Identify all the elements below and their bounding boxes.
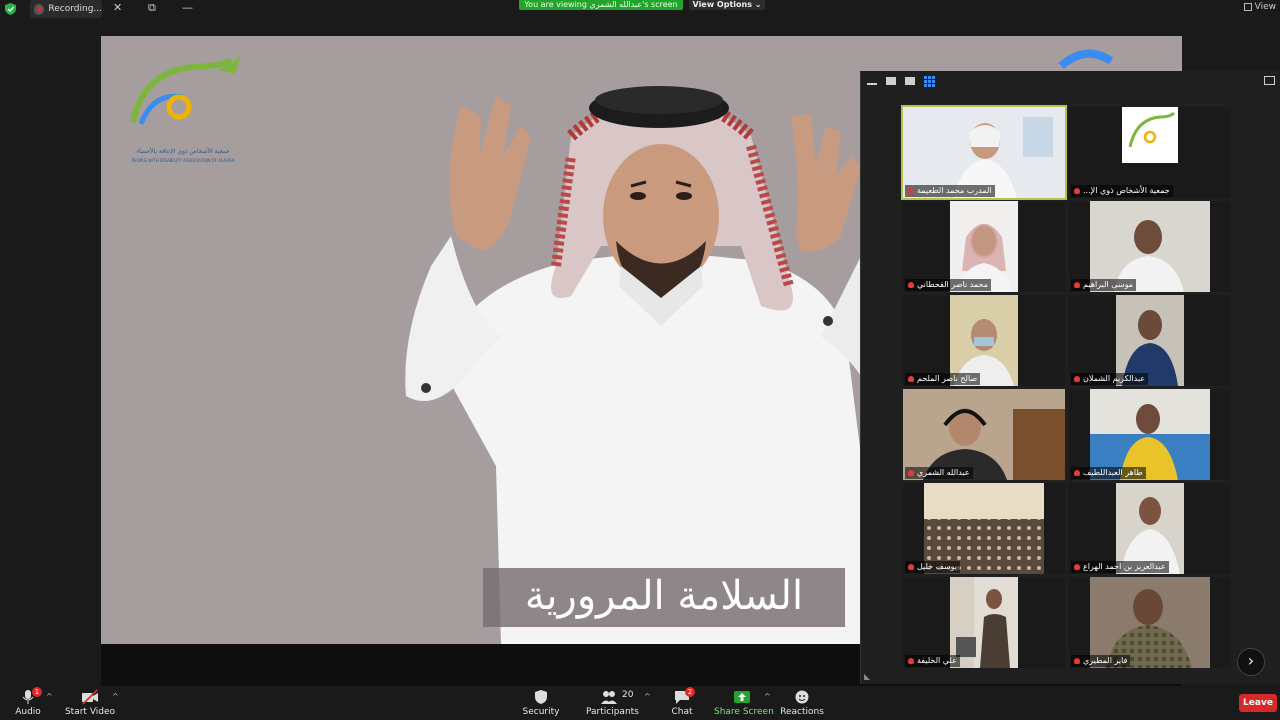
participant-name: عبدالله الشمري bbox=[905, 467, 973, 479]
audio-options-chevron-icon[interactable]: ^ bbox=[46, 692, 53, 701]
participant-name: صالح ناصر الملحم bbox=[905, 373, 981, 385]
recording-icon bbox=[34, 3, 45, 15]
chat-badge: 2 bbox=[685, 687, 695, 697]
view-button[interactable]: View bbox=[1243, 2, 1276, 12]
participant-tile[interactable]: عبدالعزيز بن احمد الهراع bbox=[1069, 483, 1231, 574]
participant-tile[interactable]: عبدالكريم الشملان bbox=[1069, 295, 1231, 386]
participant-name: محمد ناصر القحطاني bbox=[905, 279, 991, 291]
minimize-icon[interactable]: — bbox=[182, 1, 193, 14]
participant-name: فايز المطيري bbox=[1071, 655, 1131, 667]
minimize-gallery-icon[interactable] bbox=[867, 83, 877, 85]
participants-label: Participants bbox=[586, 707, 639, 717]
video-options-chevron-icon[interactable]: ^ bbox=[112, 692, 119, 701]
participants-options-chevron-icon[interactable]: ^ bbox=[644, 692, 651, 701]
strip-view-icon[interactable] bbox=[905, 77, 915, 85]
sign-language-caption: السلامة المرورية bbox=[483, 568, 845, 627]
participant-tile[interactable]: موسى البراهيم bbox=[1069, 201, 1231, 292]
participant-name: عبدالعزيز بن احمد الهراع bbox=[1071, 561, 1169, 573]
reactions-button[interactable]: Reactions bbox=[780, 686, 824, 720]
security-button[interactable]: Security bbox=[521, 686, 561, 720]
participant-gallery-panel: المدرب محمد الطعيمة ...جمعية الأشخاص ذوي… bbox=[860, 71, 1280, 684]
participant-video bbox=[950, 577, 1018, 668]
audio-label: Audio bbox=[15, 707, 41, 717]
pause-recording-icon[interactable]: ⧉ bbox=[148, 1, 156, 15]
meeting-top-bar: Recording... ✕ ⧉ — You are viewing عبدال… bbox=[0, 0, 1280, 18]
participant-tile[interactable]: عبدالله الشمري bbox=[903, 389, 1065, 480]
participant-tile[interactable]: المدرب محمد الطعيمة bbox=[901, 105, 1067, 200]
participants-button[interactable]: 20 Participants bbox=[586, 686, 639, 720]
logo-english-text: PEOPLE WITH DISABILITY ASSOCIATION OF AL… bbox=[131, 158, 235, 163]
share-screen-icon bbox=[734, 691, 750, 703]
chat-label: Chat bbox=[671, 707, 693, 717]
security-label: Security bbox=[522, 707, 560, 717]
share-options-chevron-icon[interactable]: ^ bbox=[764, 692, 771, 701]
audio-badge: 1 bbox=[32, 687, 42, 697]
exit-gallery-icon[interactable] bbox=[1264, 76, 1275, 85]
participant-name: يوسف خليل bbox=[905, 561, 960, 573]
participant-tile[interactable]: علي الخليفة bbox=[903, 577, 1065, 668]
audio-button[interactable]: 1 Audio bbox=[8, 686, 48, 720]
video-off-icon bbox=[82, 689, 98, 705]
participant-tile[interactable]: طاهر العبداللطيف bbox=[1069, 389, 1231, 480]
participant-name: علي الخليفة bbox=[905, 655, 960, 667]
participant-tile[interactable]: محمد ناصر القحطاني bbox=[903, 201, 1065, 292]
gallery-view-icon[interactable] bbox=[924, 76, 935, 87]
logo-arabic-text: جمعية الأشخاص ذوي الإعاقة بالأحساء bbox=[136, 148, 230, 155]
participant-name: المدرب محمد الطعيمة bbox=[905, 185, 995, 197]
next-page-button[interactable]: › bbox=[1237, 648, 1265, 676]
participant-name: ...جمعية الأشخاص ذوي الإ bbox=[1071, 185, 1173, 197]
viewing-screen-banner: You are viewing عبدالله الشمري's screen bbox=[519, 0, 683, 10]
meeting-toolbar: 1 Audio ^ Start Video ^ Security 20 Part… bbox=[0, 686, 1280, 720]
security-shield-icon bbox=[535, 690, 547, 704]
view-options-label: View Options bbox=[692, 0, 752, 9]
security-shield-icon[interactable] bbox=[5, 3, 16, 15]
participant-name: موسى البراهيم bbox=[1071, 279, 1136, 291]
share-screen-button[interactable]: Share Screen bbox=[714, 686, 774, 720]
association-logo-mark bbox=[130, 54, 241, 125]
reactions-icon bbox=[795, 690, 809, 704]
chevron-right-icon: › bbox=[1247, 651, 1255, 670]
participant-tile[interactable]: ...جمعية الأشخاص ذوي الإ bbox=[1069, 107, 1231, 198]
view-label: View bbox=[1254, 2, 1276, 12]
chat-button[interactable]: 2 Chat bbox=[664, 686, 700, 720]
recording-indicator[interactable]: Recording... bbox=[30, 0, 102, 18]
start-video-button[interactable]: Start Video bbox=[64, 686, 116, 720]
association-logo: جمعية الأشخاص ذوي الإعاقة بالأحساء PEOPL… bbox=[123, 52, 243, 170]
start-video-label: Start Video bbox=[64, 707, 116, 717]
resize-handle-icon[interactable]: ◣ bbox=[864, 672, 870, 681]
view-grid-icon bbox=[1243, 3, 1252, 11]
participant-tile[interactable]: فايز المطيري bbox=[1069, 577, 1231, 668]
participant-tile[interactable]: صالح ناصر الملحم bbox=[903, 295, 1065, 386]
participants-count: 20 bbox=[622, 690, 634, 700]
reactions-label: Reactions bbox=[780, 707, 824, 717]
participant-name: عبدالكريم الشملان bbox=[1071, 373, 1149, 385]
gallery-view-controls bbox=[867, 76, 935, 87]
leave-button[interactable]: Leave bbox=[1239, 694, 1277, 712]
stop-recording-icon[interactable]: ✕ bbox=[113, 1, 122, 14]
participants-icon bbox=[601, 691, 617, 704]
participant-name: طاهر العبداللطيف bbox=[1071, 467, 1146, 479]
recording-label: Recording... bbox=[48, 4, 102, 14]
speaker-view-icon[interactable] bbox=[886, 77, 896, 85]
share-screen-label: Share Screen bbox=[714, 707, 774, 717]
view-options-button[interactable]: View Options ⌄ bbox=[689, 0, 765, 10]
participant-tile[interactable]: يوسف خليل bbox=[903, 483, 1065, 574]
